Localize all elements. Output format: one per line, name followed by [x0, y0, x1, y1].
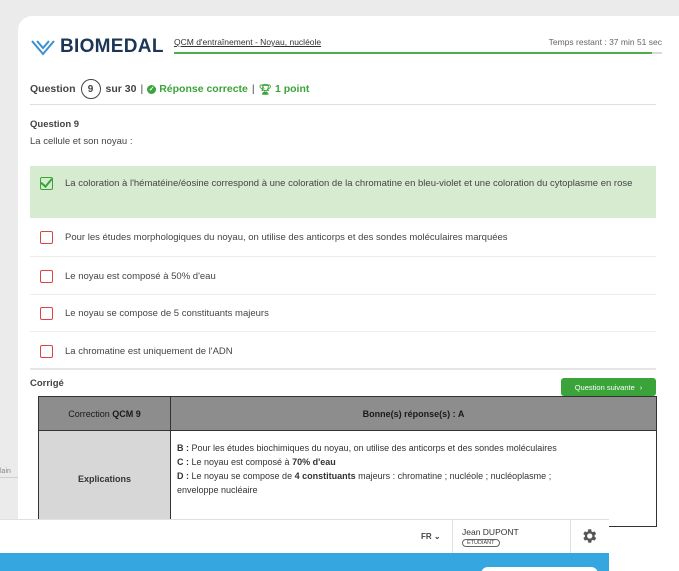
- logo-icon: [31, 40, 55, 56]
- correction-table: Correction QCM 9 Bonne(s) réponse(s) : A…: [38, 396, 657, 527]
- correction-header-right: Bonne(s) réponse(s) : A: [170, 396, 657, 431]
- question-label: Question: [30, 83, 76, 95]
- explication-text: Le noyau se compose de: [189, 471, 295, 481]
- divider: [30, 294, 656, 295]
- divider: [30, 368, 656, 370]
- answer-option-a[interactable]: La coloration à l'hématéine/éosine corre…: [30, 166, 656, 218]
- answer-text: La chromatine est uniquement de l'ADN: [65, 346, 233, 357]
- answer-option-d[interactable]: Le noyau se compose de 5 constituants ma…: [30, 306, 656, 321]
- chevron-down-icon: ⌄: [433, 532, 441, 541]
- question-number-badge: 9: [80, 79, 101, 99]
- progress-bar-fill: [174, 52, 653, 54]
- checkbox-icon[interactable]: [40, 231, 53, 244]
- checkbox-icon[interactable]: [40, 270, 53, 283]
- checkbox-icon[interactable]: [40, 307, 53, 320]
- correction-header-qcm: QCM 9: [112, 408, 141, 419]
- points-earned: 1 point: [274, 83, 310, 95]
- explication-bold: 4 constituants: [294, 471, 356, 481]
- separator: |: [140, 83, 144, 95]
- check-circle-icon: ✓: [147, 84, 157, 94]
- gear-icon[interactable]: [580, 527, 598, 545]
- answer-text: La coloration à l'hématéine/éosine corre…: [65, 178, 633, 189]
- answer-text: Le noyau se compose de 5 constituants ma…: [65, 308, 269, 319]
- explication-key: B :: [177, 443, 189, 453]
- divider: [570, 520, 571, 554]
- trophy-icon: 🏆︎: [258, 83, 272, 96]
- user-name[interactable]: Jean DUPONT: [462, 527, 519, 537]
- quiz-card: BIOMEDAL QCM d'entraînement - Noyau, nuc…: [18, 16, 679, 571]
- answer-option-e[interactable]: La chromatine est uniquement de l'ADN: [30, 344, 656, 359]
- answer-option-c[interactable]: Le noyau est composé à 50% d'eau: [30, 269, 656, 284]
- checkbox-icon[interactable]: [40, 345, 53, 358]
- logo[interactable]: BIOMEDAL: [30, 36, 164, 58]
- explication-line: enveloppe nucléaire: [177, 483, 650, 497]
- question-status: Question 9 sur 30 | ✓ Réponse correcte |…: [30, 79, 309, 99]
- user-role-badge: ÉTUDIANT: [462, 539, 500, 547]
- explication-key: D :: [177, 471, 189, 481]
- table-row: Explications B : Pour les études biochim…: [38, 430, 657, 527]
- divider: [452, 520, 453, 554]
- language-label: FR: [421, 532, 432, 541]
- footer-button[interactable]: [481, 567, 598, 571]
- divider: [30, 104, 656, 105]
- question-text: La cellule et son noyau :: [30, 136, 133, 147]
- corrige-label: Corrigé: [30, 378, 64, 389]
- timer: Temps restant : 37 min 51 sec: [548, 37, 662, 47]
- question-total: sur 30: [105, 83, 137, 95]
- language-selector[interactable]: FR ⌄: [421, 532, 441, 541]
- answer-text: Pour les études morphologiques du noyau,…: [65, 232, 508, 243]
- explication-text: majeurs : chromatine ; nucléole ; nucléo…: [355, 471, 552, 481]
- correction-header-prefix: Correction: [68, 408, 113, 419]
- breadcrumb[interactable]: QCM d'entraînement - Noyau, nucléole: [174, 37, 321, 47]
- explication-text: enveloppe nucléaire: [177, 485, 258, 495]
- explication-text: Le noyau est composé à: [189, 457, 293, 467]
- next-question-button[interactable]: Question suivante ›: [561, 378, 656, 396]
- checked-checkbox-icon[interactable]: [40, 177, 53, 190]
- side-divider: [0, 477, 18, 478]
- quiz-header: BIOMEDAL QCM d'entraînement - Noyau, nuc…: [30, 34, 662, 62]
- correction-header-left: Correction QCM 9: [38, 396, 171, 431]
- explications-label: Explications: [38, 430, 171, 527]
- progress-bar: [174, 52, 662, 54]
- explication-line: B : Pour les études biochimiques du noya…: [177, 441, 650, 455]
- divider: [30, 331, 656, 332]
- bottom-bar: FR ⌄ Jean DUPONT ÉTUDIANT: [0, 519, 609, 554]
- next-question-label: Question suivante: [574, 382, 635, 392]
- table-header-row: Correction QCM 9 Bonne(s) réponse(s) : A: [38, 396, 657, 431]
- explication-key: C :: [177, 457, 189, 467]
- side-label-fragment: lain: [0, 468, 11, 475]
- logo-text: BIOMEDAL: [60, 36, 164, 57]
- chevron-right-icon: ›: [639, 382, 643, 392]
- result-status: Réponse correcte: [159, 83, 248, 95]
- answer-option-b[interactable]: Pour les études morphologiques du noyau,…: [30, 230, 656, 245]
- answer-text: Le noyau est composé à 50% d'eau: [65, 271, 216, 282]
- explications-content: B : Pour les études biochimiques du noya…: [170, 430, 657, 527]
- explication-line: D : Le noyau se compose de 4 constituant…: [177, 469, 650, 483]
- question-title: Question 9: [30, 119, 80, 130]
- divider: [30, 256, 656, 257]
- separator: |: [251, 83, 255, 95]
- explication-bold: 70% d'eau: [292, 457, 336, 467]
- explication-text: Pour les études biochimiques du noyau, o…: [189, 443, 557, 453]
- explication-line: C : Le noyau est composé à 70% d'eau: [177, 455, 650, 469]
